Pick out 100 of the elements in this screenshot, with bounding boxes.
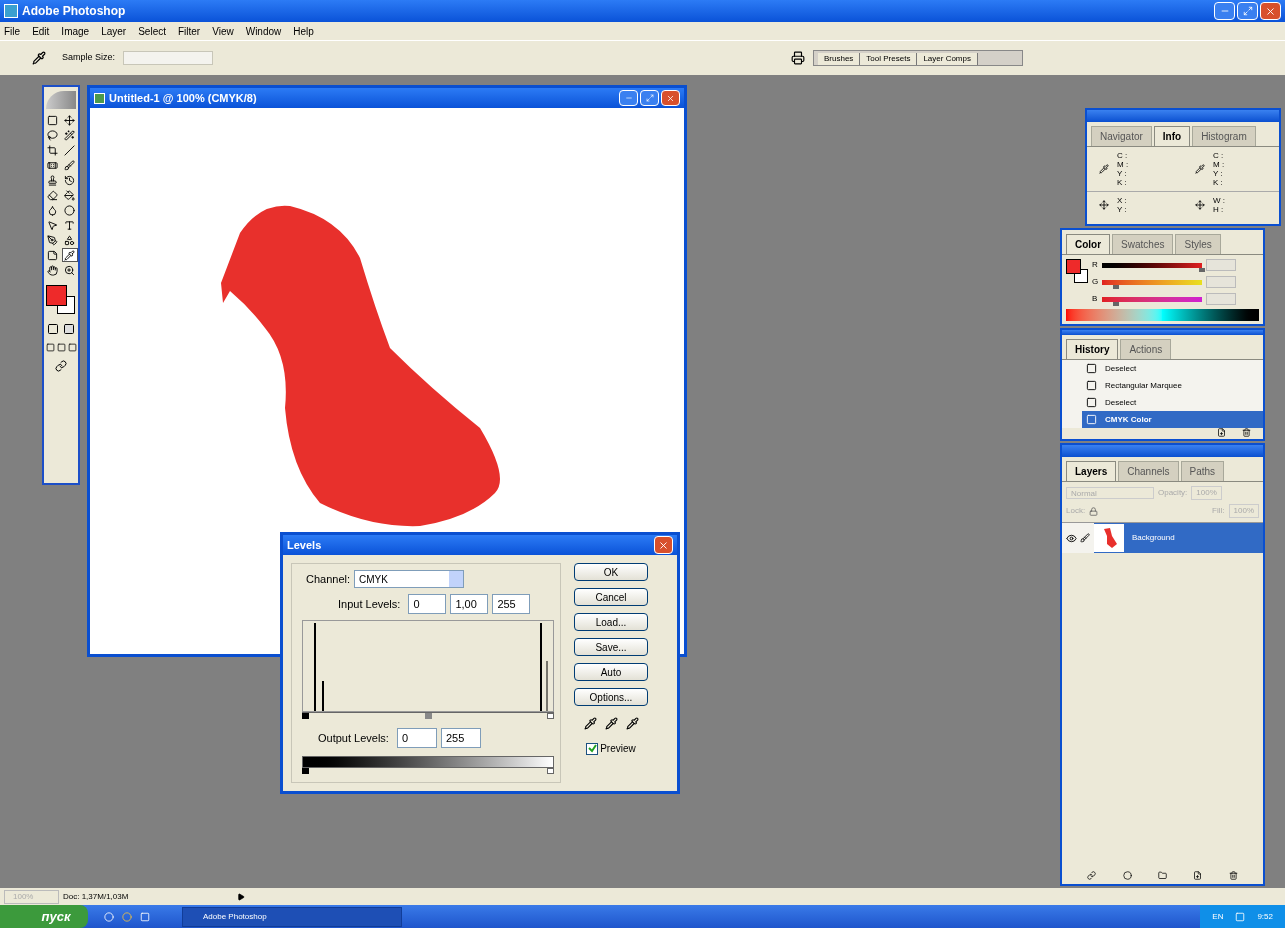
menu-item[interactable]: Select	[138, 23, 166, 39]
history-item[interactable]: Deselect	[1082, 394, 1263, 411]
tool-button[interactable]	[44, 143, 61, 157]
panel-tab[interactable]: Paths	[1180, 461, 1225, 481]
panel-tab[interactable]: Info	[1153, 126, 1191, 146]
palette-tab[interactable]: Tool Presets	[860, 53, 918, 65]
menu-item[interactable]: Edit	[32, 23, 50, 39]
value-field[interactable]	[1206, 293, 1236, 305]
dialog-button[interactable]: Options...	[574, 688, 648, 706]
close-button[interactable]	[661, 90, 680, 106]
close-button[interactable]	[1260, 2, 1281, 20]
droplet-icon	[47, 204, 58, 216]
panel-tab[interactable]: History	[1066, 339, 1119, 359]
panel-tab[interactable]: Channels	[1118, 461, 1179, 481]
preview-checkbox[interactable]	[586, 742, 599, 755]
shadow-thumb[interactable]	[302, 713, 309, 719]
mask-icon[interactable]	[1122, 871, 1132, 880]
new-layer-icon[interactable]	[1193, 871, 1203, 880]
new-document-icon[interactable]	[1217, 428, 1226, 437]
tool-button[interactable]	[61, 248, 78, 262]
panel-tab[interactable]: Styles	[1175, 234, 1221, 254]
input-field[interactable]: 255	[440, 728, 481, 748]
tool-button[interactable]	[44, 188, 61, 202]
menu-item[interactable]: Window	[245, 23, 282, 39]
taskbar-item[interactable]: Adobe Photoshop	[182, 906, 402, 927]
highlight-thumb[interactable]	[547, 713, 554, 719]
dialog-title-bar[interactable]: Levels	[283, 535, 677, 555]
menu-item[interactable]: Image	[61, 23, 90, 39]
eyedropper-icon[interactable]	[583, 717, 597, 730]
input-field[interactable]: 0	[408, 594, 447, 614]
tool-button[interactable]	[61, 203, 78, 217]
channel-dropdown[interactable]: CMYK	[354, 570, 465, 588]
menu-item[interactable]: View	[212, 23, 234, 39]
readout-label: X :	[1117, 196, 1127, 205]
dialog-button[interactable]: Auto	[574, 663, 648, 681]
minimize-button[interactable]	[1214, 2, 1235, 20]
link-icon[interactable]	[1087, 871, 1097, 880]
tool-button[interactable]	[61, 188, 78, 202]
quick-mask-icon[interactable]	[63, 323, 75, 335]
lock-icon[interactable]	[1089, 506, 1099, 516]
panel-tab[interactable]: Color	[1066, 234, 1111, 254]
folder-icon[interactable]	[1157, 871, 1167, 880]
menu-item[interactable]: Filter	[177, 23, 201, 39]
pen-icon	[47, 234, 58, 246]
slider-thumb[interactable]	[1199, 267, 1205, 272]
input-field[interactable]: 1,00	[450, 594, 489, 614]
history-item[interactable]: Rectangular Marquee	[1082, 377, 1263, 394]
eyedropper-icon[interactable]	[32, 51, 46, 65]
eye-icon[interactable]	[1065, 532, 1077, 544]
trash-icon[interactable]	[1228, 871, 1238, 880]
panel-tab[interactable]: Layers	[1066, 461, 1117, 481]
brush-icon	[1080, 533, 1090, 543]
tool-button[interactable]	[61, 143, 78, 157]
start-button[interactable]: пуск	[0, 905, 88, 928]
menu-item[interactable]: File	[4, 23, 21, 39]
midtone-thumb[interactable]	[424, 713, 432, 719]
tool-button[interactable]	[61, 113, 78, 127]
palette-tab[interactable]: Brushes	[818, 53, 861, 65]
slider-thumb[interactable]	[1113, 301, 1119, 306]
tool-button[interactable]	[61, 158, 78, 172]
bandage-icon	[47, 159, 58, 171]
minimize-button[interactable]	[619, 90, 638, 106]
tool-button[interactable]	[44, 128, 61, 142]
history-item[interactable]: CMYK Color	[1082, 411, 1263, 428]
sample-size-label: Sample Size:	[62, 51, 116, 65]
panel-tab[interactable]: Swatches	[1112, 234, 1174, 254]
document-title-bar[interactable]: Untitled-1 @ 100% (CMYK/8)	[90, 88, 684, 108]
dialog-button[interactable]: Save...	[574, 638, 648, 656]
value-field[interactable]	[1206, 259, 1236, 271]
dialog-button[interactable]: OK	[574, 563, 648, 581]
menu-item[interactable]: Layer	[101, 23, 127, 39]
shadow-thumb[interactable]	[302, 768, 309, 774]
dialog-button[interactable]: Cancel	[574, 588, 648, 606]
panel-tab[interactable]: Navigator	[1091, 126, 1152, 146]
trash-icon[interactable]	[1242, 428, 1251, 437]
value-field[interactable]	[1206, 276, 1236, 288]
maximize-button[interactable]	[1237, 2, 1258, 20]
eyedropper-icon[interactable]	[625, 717, 639, 730]
input-field[interactable]: 0	[396, 728, 437, 748]
palette-tab[interactable]: Layer Comps	[917, 53, 978, 65]
tool-button[interactable]	[61, 128, 78, 142]
color-swatches-drawing[interactable]	[1066, 259, 1088, 283]
history-item[interactable]: Deselect	[1082, 360, 1263, 377]
menu-arrow-icon[interactable]	[237, 892, 245, 901]
color-spectrum[interactable]	[1066, 309, 1259, 321]
highlight-thumb[interactable]	[547, 768, 554, 774]
panel-tab[interactable]: Histogram	[1192, 126, 1256, 146]
menu-item[interactable]: Help	[293, 23, 314, 39]
tool-button[interactable]	[44, 263, 61, 277]
input-field[interactable]: 255	[492, 594, 531, 614]
maximize-button[interactable]	[640, 90, 659, 106]
layer-row[interactable]: Background	[1094, 523, 1263, 553]
color-swatches-drawing[interactable]	[46, 285, 76, 315]
eyedropper-icon[interactable]	[604, 717, 618, 730]
panel-tab[interactable]: Actions	[1120, 339, 1172, 359]
readout-label: C :	[1117, 151, 1129, 160]
close-button[interactable]	[654, 536, 673, 554]
slider-thumb[interactable]	[1113, 284, 1119, 289]
standard-mode-icon[interactable]	[47, 323, 59, 335]
dialog-button[interactable]: Load...	[574, 613, 648, 631]
